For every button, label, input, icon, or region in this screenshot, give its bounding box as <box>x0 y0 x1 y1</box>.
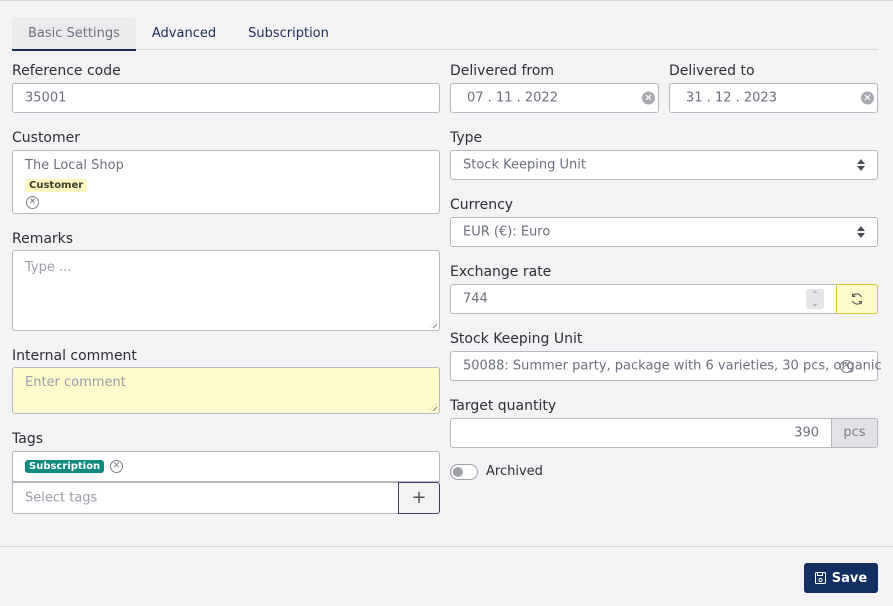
customer-badge: Customer <box>25 179 87 192</box>
select-arrows-icon <box>857 159 865 171</box>
target-quantity-label: Target quantity <box>450 398 556 414</box>
customer-field[interactable]: The Local Shop Customer ✕ <box>12 150 440 214</box>
type-select[interactable]: Stock Keeping Unit <box>450 150 878 180</box>
exchange-rate-value: 744 <box>463 292 488 307</box>
tab-subscription[interactable]: Subscription <box>232 17 345 50</box>
reference-code-label: Reference code <box>12 63 121 79</box>
tab-basic-settings[interactable]: Basic Settings <box>12 17 136 51</box>
tab-bar: Basic Settings Advanced Subscription <box>12 17 878 50</box>
sku-value: 50088: Summer party, package with 6 vari… <box>463 359 882 374</box>
resize-grip-icon[interactable] <box>429 403 437 411</box>
sku-clear-icon[interactable]: ✕ <box>840 360 853 373</box>
delivered-to-input[interactable]: 31 . 12 . 2023 × <box>669 83 878 113</box>
exchange-rate-input[interactable]: 744 ⌃⌄ <box>450 284 837 314</box>
top-divider <box>0 0 893 1</box>
save-button[interactable]: Save <box>804 563 878 593</box>
clear-date-icon[interactable]: × <box>861 92 874 105</box>
sku-input[interactable]: 50088: Summer party, package with 6 vari… <box>450 351 878 381</box>
add-tag-button[interactable]: + <box>398 482 440 514</box>
delivered-to-value: 31 . 12 . 2023 <box>686 91 777 106</box>
customer-clear-icon[interactable]: ✕ <box>26 196 39 209</box>
sku-label: Stock Keeping Unit <box>450 331 582 347</box>
delivered-from-input[interactable]: 07 . 11 . 2022 × <box>450 83 659 113</box>
refresh-rate-button[interactable] <box>836 284 878 314</box>
target-quantity-input[interactable]: 390 <box>450 418 832 448</box>
quantity-unit: pcs <box>832 418 878 448</box>
select-arrows-icon <box>857 226 865 238</box>
currency-label: Currency <box>450 197 513 213</box>
save-label: Save <box>832 571 867 586</box>
tags-label: Tags <box>12 431 43 447</box>
selected-tags-box: Subscription ✕ <box>12 451 440 482</box>
internal-comment-textarea[interactable]: Enter comment <box>12 367 440 414</box>
remarks-textarea[interactable]: Type ... <box>12 250 440 331</box>
currency-value: EUR (€): Euro <box>463 225 550 240</box>
refresh-icon <box>850 292 864 306</box>
target-quantity-value: 390 <box>794 426 819 441</box>
archived-toggle[interactable] <box>450 464 478 480</box>
select-tags-placeholder: Select tags <box>25 491 97 506</box>
save-icon <box>815 572 826 584</box>
tag-subscription: Subscription <box>25 460 104 473</box>
currency-select[interactable]: EUR (€): Euro <box>450 217 878 247</box>
delivered-to-label: Delivered to <box>669 63 755 79</box>
remarks-label: Remarks <box>12 231 73 247</box>
delivered-from-value: 07 . 11 . 2022 <box>467 91 558 106</box>
type-value: Stock Keeping Unit <box>463 158 586 173</box>
reference-code-input[interactable]: 35001 <box>12 83 440 113</box>
archived-label: Archived <box>486 464 543 479</box>
select-tags-input[interactable]: Select tags <box>12 482 399 514</box>
resize-grip-icon[interactable] <box>429 320 437 328</box>
customer-name: The Local Shop <box>25 158 124 173</box>
remove-tag-icon[interactable]: ✕ <box>110 460 123 473</box>
footer-divider <box>0 546 893 547</box>
customer-label: Customer <box>12 130 80 146</box>
number-spinner-icon[interactable]: ⌃⌄ <box>806 289 824 309</box>
toggle-knob <box>453 467 463 477</box>
reference-code-value: 35001 <box>25 91 66 106</box>
delivered-from-label: Delivered from <box>450 63 554 79</box>
exchange-rate-label: Exchange rate <box>450 264 551 280</box>
internal-comment-placeholder: Enter comment <box>25 375 126 390</box>
clear-date-icon[interactable]: × <box>642 92 655 105</box>
type-label: Type <box>450 130 482 146</box>
internal-comment-label: Internal comment <box>12 348 137 364</box>
remarks-placeholder: Type ... <box>25 260 71 275</box>
tab-advanced[interactable]: Advanced <box>136 17 232 50</box>
